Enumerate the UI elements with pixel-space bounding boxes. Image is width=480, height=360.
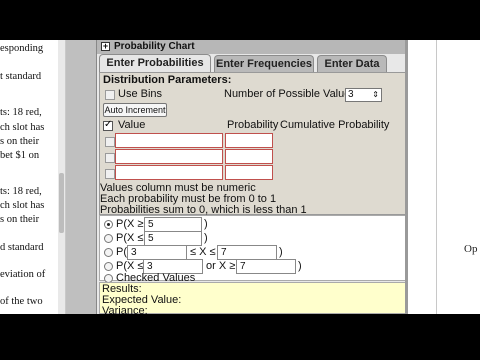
expand-toggle-icon[interactable]: + [101, 42, 110, 51]
doc-line: ts: 18 red, [0, 107, 42, 118]
doc-line: t standard [0, 71, 42, 82]
use-bins-label: Use Bins [118, 88, 163, 100]
opt3-upper-input[interactable]: 7 [217, 245, 277, 260]
opt2-prefix: P(X ≤ [116, 232, 144, 244]
tab-enter-frequencies[interactable]: Enter Frequencies [214, 55, 314, 72]
tab-enter-data[interactable]: Enter Data [317, 55, 387, 72]
page-gap [66, 40, 96, 314]
opt1-suffix: ) [204, 218, 208, 230]
opt2-suffix: ) [204, 232, 208, 244]
opt4-mid: or X ≥ [206, 260, 236, 272]
probability-options-panel: P(X ≥ 5 ) P(X ≤ 5 ) P( 3 ≤ X ≤ 7 ) P(X ≤… [99, 215, 407, 284]
doc-line: of the two [0, 296, 43, 307]
radio-p-less-equal[interactable] [104, 234, 113, 243]
right-document-page: Op [408, 40, 480, 314]
probability-input[interactable] [225, 165, 273, 180]
doc-line: ch slot has [0, 200, 45, 211]
value-input[interactable] [115, 133, 223, 148]
doc-line: eviation of [0, 269, 46, 280]
radio-p-between[interactable] [104, 248, 113, 257]
auto-increment-button[interactable]: Auto Increment [103, 103, 167, 117]
document-scrollbar[interactable] [58, 40, 66, 314]
doc-line: esponding [0, 43, 44, 54]
radio-p-greater-equal[interactable] [104, 220, 113, 229]
tab-bar: Enter Probabilities Enter Frequencies En… [97, 54, 408, 72]
opt4-prefix: P(X ≤ [116, 260, 144, 272]
probability-chart-applet: + Probability Chart Enter Probabilities … [96, 40, 408, 314]
spinner-arrows-icon[interactable]: ⇕ [372, 89, 379, 101]
probability-input[interactable] [225, 149, 273, 164]
params-heading: Distribution Parameters: [103, 74, 232, 86]
value-input[interactable] [115, 165, 223, 180]
num-values-label: Number of Possible Values [224, 88, 356, 100]
use-bins-checkbox[interactable] [105, 90, 115, 100]
doc-line: d standard [0, 242, 44, 253]
doc-line: ch slot has [0, 122, 45, 133]
opt3-prefix: P( [116, 246, 127, 258]
screen-frame: esponding t standard ts: 18 red, ch slot… [0, 40, 480, 314]
left-document-page: esponding t standard ts: 18 red, ch slot… [0, 40, 58, 314]
probability-input[interactable] [225, 133, 273, 148]
tab-enter-probabilities[interactable]: Enter Probabilities [99, 54, 211, 72]
col-value-header: Value [118, 119, 146, 131]
page-divider [436, 40, 437, 314]
doc-line: s on their [0, 214, 40, 225]
opt2-value-input[interactable]: 5 [144, 231, 202, 246]
row-checkbox[interactable] [105, 169, 115, 179]
variance-label: Variance: [102, 305, 148, 314]
applet-title-bar[interactable]: + Probability Chart [97, 40, 408, 54]
opt3-mid: ≤ X ≤ [190, 246, 216, 258]
applet-title: Probability Chart [114, 41, 195, 52]
num-values-spinner[interactable]: 3 ⇕ [345, 88, 382, 102]
doc-line: s on their [0, 136, 40, 147]
distribution-parameters-panel: Distribution Parameters: Use Bins Number… [99, 72, 407, 216]
opt3-suffix: ) [279, 246, 283, 258]
opt1-value-input[interactable]: 5 [144, 217, 202, 232]
opt4-suffix: ) [298, 260, 302, 272]
col-probability-header: Probability [227, 119, 279, 131]
doc-line: bet $1 on [0, 150, 40, 161]
scrollbar-thumb[interactable] [59, 173, 64, 233]
value-input[interactable] [115, 149, 223, 164]
right-doc-text: Op [464, 243, 478, 255]
radio-p-outside[interactable] [104, 262, 113, 271]
row-checkbox[interactable] [105, 137, 115, 147]
opt1-prefix: P(X ≥ [116, 218, 144, 230]
doc-line: ts: 18 red, [0, 186, 42, 197]
results-panel: Results: Expected Value: Variance: [99, 282, 407, 314]
num-values-value: 3 [348, 89, 354, 100]
opt4-upper-input[interactable]: 7 [236, 259, 296, 274]
col-cumulative-header: Cumulative Probability [280, 119, 390, 131]
opt3-lower-input[interactable]: 3 [127, 245, 187, 260]
select-all-checkbox[interactable] [103, 119, 113, 131]
row-checkbox[interactable] [105, 153, 115, 163]
